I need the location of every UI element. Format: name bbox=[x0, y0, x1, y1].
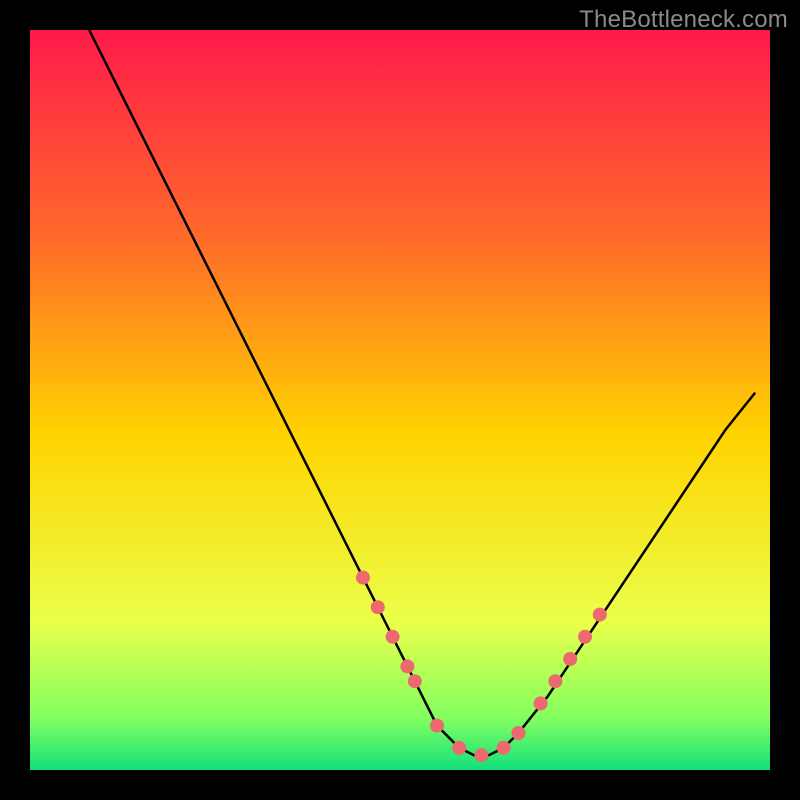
highlight-dot bbox=[400, 659, 414, 673]
highlight-dot bbox=[511, 726, 525, 740]
highlight-dot bbox=[593, 608, 607, 622]
highlight-dot bbox=[578, 630, 592, 644]
chart-stage: TheBottleneck.com bbox=[0, 0, 800, 800]
highlight-dot bbox=[452, 741, 466, 755]
highlight-dot bbox=[430, 719, 444, 733]
highlight-dot bbox=[548, 674, 562, 688]
plot-area bbox=[30, 30, 770, 770]
highlight-dot bbox=[497, 741, 511, 755]
highlight-dot bbox=[563, 652, 577, 666]
highlight-dot bbox=[408, 674, 422, 688]
highlight-dot bbox=[534, 696, 548, 710]
curve-layer bbox=[30, 30, 770, 770]
highlight-dot bbox=[356, 571, 370, 585]
highlight-dot bbox=[474, 748, 488, 762]
highlight-dot bbox=[371, 600, 385, 614]
highlight-dot bbox=[386, 630, 400, 644]
bottleneck-curve bbox=[89, 30, 755, 755]
